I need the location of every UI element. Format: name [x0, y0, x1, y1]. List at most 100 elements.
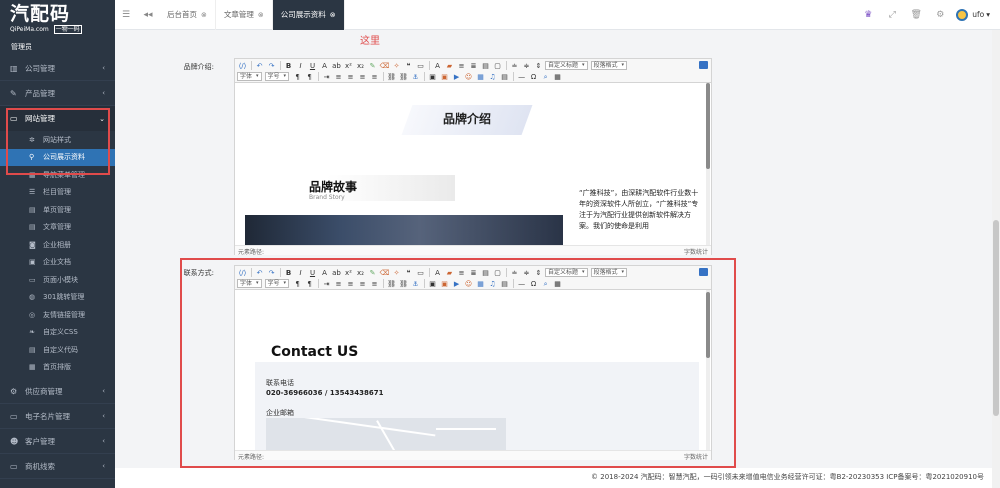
brand-editor[interactable]: ⟨/⟩ ↶ ↷ B I U Aab x² x₂ ✎ ⌫ ✧ ❝ ▭ A ▰ ≡ ≣ ▤ ▢ ≐ ≑ ⇕ 自定义标题 ▾… — [234, 58, 712, 256]
scrollbar-thumb[interactable] — [993, 220, 999, 416]
menu-company[interactable]: ▥ 公司管理 ‹ — [0, 56, 115, 81]
justify-full-button[interactable]: ≡ — [369, 279, 380, 289]
highlight-button[interactable]: ▰ — [444, 268, 455, 278]
auto-format-button[interactable]: ✧ — [391, 268, 402, 278]
strike-button[interactable]: ab — [331, 61, 342, 71]
ordered-list-button[interactable]: ≡ — [456, 268, 467, 278]
user-menu[interactable]: ufo ▾ — [956, 8, 990, 21]
search-replace-button[interactable]: ⌕ — [540, 72, 551, 82]
eraser-button[interactable]: ⌫ — [379, 268, 390, 278]
justify-left-button[interactable]: ≡ — [333, 72, 344, 82]
underline-button[interactable]: U — [307, 61, 318, 71]
indent-button[interactable]: ⇥ — [321, 279, 332, 289]
font-color-button[interactable]: A — [432, 268, 443, 278]
justify-right-button[interactable]: ≡ — [357, 279, 368, 289]
sidebar-item-album[interactable]: ◙ 企业相册 — [0, 236, 115, 254]
select-all-button[interactable]: ▤ — [480, 61, 491, 71]
custom-title-select[interactable]: 自定义标题 ▾ — [545, 61, 588, 70]
map-button[interactable]: ▦ — [475, 279, 486, 289]
bold-button[interactable]: B — [283, 268, 294, 278]
menu-customers[interactable]: ☻ 客户管理 ‹ — [0, 429, 115, 454]
horizontal-rule-button[interactable]: — — [516, 72, 527, 82]
horizontal-rule-button[interactable]: — — [516, 279, 527, 289]
theme-icon[interactable]: ♛ — [856, 10, 880, 20]
menu-suppliers[interactable]: ⚙ 供应商管理 ‹ — [0, 379, 115, 404]
sidebar-item-docs[interactable]: ▣ 企业文档 — [0, 254, 115, 272]
image-button[interactable]: ▣ — [427, 279, 438, 289]
pure-text-button[interactable]: ▭ — [415, 61, 426, 71]
subscript-button[interactable]: x₂ — [355, 61, 366, 71]
sidebar-item-company-profile[interactable]: ⚲ 公司展示资料 — [0, 148, 115, 166]
sidebar-item-pages[interactable]: ▤ 单页管理 — [0, 201, 115, 219]
table-button[interactable]: ▦ — [552, 279, 563, 289]
tab-company-profile[interactable]: 公司展示资料 ⊗ — [272, 0, 345, 30]
unlink-button[interactable]: ⛓ — [398, 72, 409, 82]
sidebar-item-nav-menu[interactable]: ▦ 导航菜单管理 — [0, 166, 115, 184]
sidebar-item-home-layout[interactable]: ▦ 首页排版 — [0, 359, 115, 377]
html-source-button[interactable]: ⟨/⟩ — [237, 268, 248, 278]
editor-scrollbar[interactable] — [706, 83, 710, 245]
sidebar-item-custom-css[interactable]: ❧ 自定义CSS — [0, 324, 115, 342]
format-match-button[interactable]: ✎ — [367, 61, 378, 71]
paragraph-spacing-button[interactable]: ≑ — [521, 61, 532, 71]
underline-button[interactable]: U — [307, 268, 318, 278]
strike-button[interactable]: ab — [331, 268, 342, 278]
font-family-select[interactable]: 字体 ▾ — [237, 279, 262, 288]
quote-button[interactable]: ❝ — [403, 61, 414, 71]
tab-back-icon[interactable]: ◂◂ — [137, 10, 159, 20]
settings-icon[interactable]: ⚙ — [928, 10, 952, 20]
undo-button[interactable]: ↶ — [254, 268, 265, 278]
fullscreen-editor-icon[interactable] — [699, 61, 708, 69]
sidebar-item-redirects[interactable]: ◍ 301跳转管理 — [0, 289, 115, 307]
multi-image-button[interactable]: ▣ — [439, 72, 450, 82]
eraser-button[interactable]: ⌫ — [379, 61, 390, 71]
custom-title-select[interactable]: 自定义标题 ▾ — [545, 268, 588, 277]
menu-business-cards[interactable]: ▭ 电子名片管理 ‹ — [0, 404, 115, 429]
direction-ltr-button[interactable]: ¶ — [292, 72, 303, 82]
ordered-list-button[interactable]: ≡ — [456, 61, 467, 71]
row-spacing-button[interactable]: ≐ — [509, 61, 520, 71]
special-char-button[interactable]: Ω — [528, 279, 539, 289]
justify-full-button[interactable]: ≡ — [369, 72, 380, 82]
direction-rtl-button[interactable]: ¶ — [304, 279, 315, 289]
sidebar-item-site-style[interactable]: ✲ 网站样式 — [0, 131, 115, 149]
sidebar-item-custom-code[interactable]: ▤ 自定义代码 — [0, 341, 115, 359]
justify-left-button[interactable]: ≡ — [333, 279, 344, 289]
video-button[interactable]: ▶ — [451, 279, 462, 289]
menu-toggle-icon[interactable]: ☰ — [115, 10, 137, 20]
font-family-select[interactable]: 字体 ▾ — [237, 72, 262, 81]
close-icon[interactable]: ⊗ — [201, 11, 207, 19]
direction-ltr-button[interactable]: ¶ — [292, 279, 303, 289]
link-button[interactable]: ⛓ — [386, 72, 397, 82]
sidebar-item-links[interactable]: ◎ 友情链接管理 — [0, 306, 115, 324]
subscript-button[interactable]: x₂ — [355, 268, 366, 278]
paragraph-format-select[interactable]: 段落格式 ▾ — [590, 61, 628, 70]
auto-format-button[interactable]: ✧ — [391, 61, 402, 71]
justify-right-button[interactable]: ≡ — [357, 72, 368, 82]
clear-doc-button[interactable]: ▢ — [492, 61, 503, 71]
line-height-button[interactable]: ⇕ — [533, 61, 544, 71]
quote-button[interactable]: ❝ — [403, 268, 414, 278]
bold-button[interactable]: B — [283, 61, 294, 71]
format-match-button[interactable]: ✎ — [367, 268, 378, 278]
image-button[interactable]: ▣ — [427, 72, 438, 82]
anchor-button[interactable]: ⚓ — [410, 72, 421, 82]
special-char-button[interactable]: Ω — [528, 72, 539, 82]
unordered-list-button[interactable]: ≣ — [468, 61, 479, 71]
paragraph-format-select[interactable]: 段落格式 ▾ — [590, 268, 628, 277]
line-height-button[interactable]: ⇕ — [533, 268, 544, 278]
emotion-button[interactable]: ☺ — [463, 279, 474, 289]
redo-button[interactable]: ↷ — [266, 61, 277, 71]
table-button[interactable]: ▦ — [552, 72, 563, 82]
clear-doc-button[interactable]: ▢ — [492, 268, 503, 278]
italic-button[interactable]: I — [295, 61, 306, 71]
direction-rtl-button[interactable]: ¶ — [304, 72, 315, 82]
emotion-button[interactable]: ☺ — [463, 72, 474, 82]
video-button[interactable]: ▶ — [451, 72, 462, 82]
font-border-button[interactable]: A — [319, 61, 330, 71]
sidebar-item-modules[interactable]: ▭ 页面小模块 — [0, 271, 115, 289]
map-button[interactable]: ▦ — [475, 72, 486, 82]
font-size-select[interactable]: 字号 ▾ — [264, 72, 290, 81]
trash-icon[interactable]: 🗑 — [904, 10, 928, 20]
font-size-select[interactable]: 字号 ▾ — [264, 279, 290, 288]
